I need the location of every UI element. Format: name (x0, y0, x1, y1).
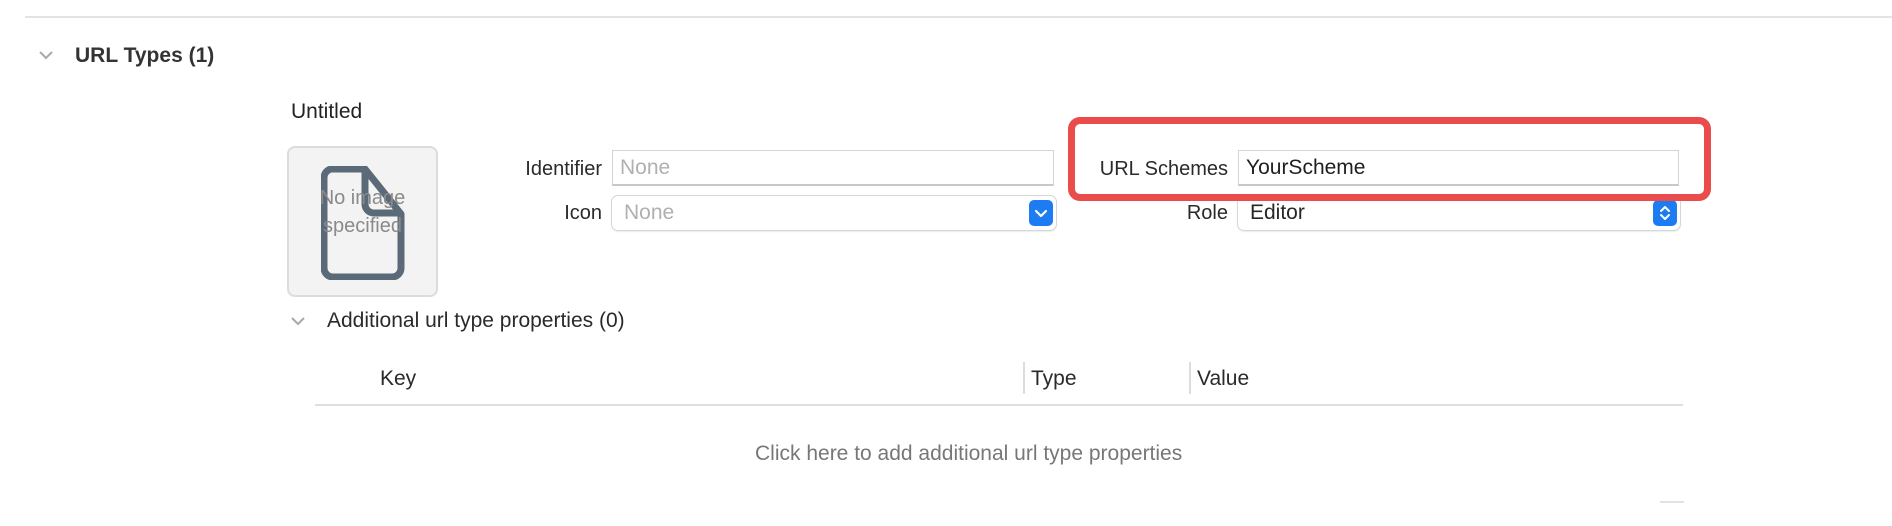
add-properties-hint[interactable]: Click here to add additional url type pr… (755, 440, 1182, 468)
column-separator[interactable] (1189, 362, 1191, 394)
url-type-name: Untitled (291, 100, 363, 123)
table-header-divider (315, 404, 1683, 406)
top-divider (25, 16, 1892, 18)
column-header-type[interactable]: Type (1031, 365, 1077, 393)
chevron-down-icon[interactable] (289, 312, 307, 330)
section-title[interactable]: URL Types (1) (75, 42, 214, 70)
icon-popup-value: None (624, 201, 675, 224)
scroll-indicator (1660, 501, 1684, 503)
icon-popup[interactable]: None (612, 196, 1056, 230)
identifier-label: Identifier (525, 158, 602, 180)
role-popup[interactable]: Editor (1238, 196, 1680, 230)
column-header-key[interactable]: Key (380, 365, 416, 393)
popup-arrows-icon (1653, 200, 1677, 226)
column-separator[interactable] (1023, 362, 1025, 394)
role-popup-value: Editor (1250, 201, 1305, 224)
chevron-down-icon (1029, 200, 1053, 226)
icon-label: Icon (564, 202, 602, 224)
role-label: Role (1186, 202, 1228, 224)
identifier-field[interactable] (612, 150, 1054, 186)
image-well[interactable]: No image specified (287, 146, 438, 297)
chevron-down-icon[interactable] (37, 46, 55, 64)
column-header-value[interactable]: Value (1197, 365, 1249, 393)
highlight-box (1068, 117, 1711, 201)
image-placeholder-text: No image specified (319, 187, 406, 237)
additional-properties-title[interactable]: Additional url type properties (0) (327, 307, 625, 335)
